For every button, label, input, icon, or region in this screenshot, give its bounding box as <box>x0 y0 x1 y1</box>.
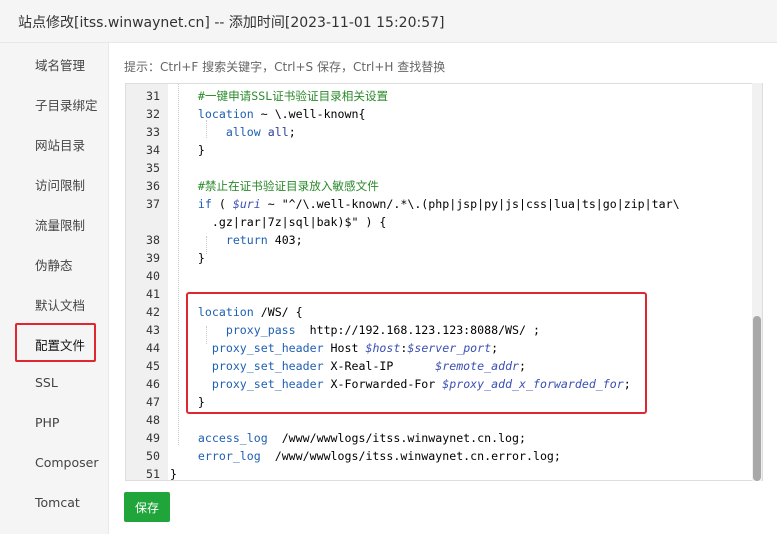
sidebar-item-label: 网站目录 <box>35 138 86 153</box>
sidebar-item-label: 域名管理 <box>35 58 86 73</box>
line-number: 33 <box>146 125 160 139</box>
code-text: access_log /www/wwwlogs/itss.winwaynet.c… <box>197 431 526 445</box>
config-code-editor[interactable]: 31 #一键申请SSL证书验证目录相关设置 32 location ~ \.wel… <box>125 83 763 481</box>
dialog-titlebar: 站点修改[itss.winwaynet.cn] -- 添加时间[2023-11-… <box>0 0 777 43</box>
code-text: } <box>170 143 205 157</box>
save-button[interactable]: 保存 <box>124 492 170 522</box>
line-number: 46 <box>146 377 160 391</box>
code-text: #禁止在证书验证目录放入敏感文件 <box>197 179 379 193</box>
code-text: proxy_set_header X-Forwarded-For $proxy_… <box>211 377 631 391</box>
code-text: location ~ \.well-known{ <box>197 107 366 121</box>
code-text: proxy_set_header X-Real-IP $remote_addr; <box>211 359 527 373</box>
line-number: 41 <box>146 287 160 301</box>
code-text: proxy_set_header Host $host:$server_port… <box>211 341 499 355</box>
sidebar-item-default-document[interactable]: 默认文档 <box>0 283 109 323</box>
sidebar-item-label: Tomcat <box>35 495 80 510</box>
line-number: 44 <box>146 341 160 355</box>
sidebar-item-label: SSL <box>35 375 58 390</box>
line-number: 38 <box>146 233 160 247</box>
code-text: return 403; <box>225 233 303 247</box>
sidebar-item-site-directory[interactable]: 网站目录 <box>0 123 109 163</box>
editor-scrollbar-thumb[interactable] <box>753 316 761 481</box>
sidebar-item-php[interactable]: PHP <box>0 403 109 443</box>
code-text: #一键申请SSL证书验证目录相关设置 <box>197 89 389 103</box>
sidebar-item-ssl[interactable]: SSL <box>0 363 109 403</box>
code-text: proxy_pass http://192.168.123.123:8088/W… <box>225 323 540 337</box>
line-number: 37 <box>146 197 160 211</box>
sidebar-item-rewrite[interactable]: 伪静态 <box>0 243 109 283</box>
sidebar-item-label: 访问限制 <box>35 178 86 193</box>
code-text: allow all; <box>225 125 296 139</box>
line-number: 48 <box>146 413 160 427</box>
line-number: 47 <box>146 395 160 409</box>
shortcut-hint: 提示：Ctrl+F 搜索关键字，Ctrl+S 保存，Ctrl+H 查找替换 <box>124 60 446 74</box>
sidebar-item-composer[interactable]: Composer <box>0 443 109 483</box>
line-number: 40 <box>146 269 160 283</box>
line-number: 31 <box>146 89 160 103</box>
code-text: error_log /www/wwwlogs/itss.winwaynet.cn… <box>197 449 561 463</box>
line-number: 43 <box>146 323 160 337</box>
line-number: 50 <box>146 449 160 463</box>
dialog-title: 站点修改[itss.winwaynet.cn] -- 添加时间[2023-11-… <box>18 15 445 31</box>
code-text: } <box>170 251 205 265</box>
line-number: 32 <box>146 107 160 121</box>
line-number: 45 <box>146 359 160 373</box>
code-text: if ( $uri ~ "^/\.well-known/.*\.(php|jsp… <box>197 197 680 211</box>
line-number: 42 <box>146 305 160 319</box>
sidebar-item-label: 伪静态 <box>35 258 73 273</box>
sidebar-item-label: 子目录绑定 <box>35 98 98 113</box>
sidebar-item-access-limit[interactable]: 访问限制 <box>0 163 109 203</box>
sidebar-item-label: 默认文档 <box>35 298 86 313</box>
sidebar-item-tomcat[interactable]: Tomcat <box>0 483 109 523</box>
sidebar-item-label: 流量限制 <box>35 218 86 233</box>
sidebar-item-subdirectory[interactable]: 子目录绑定 <box>0 83 109 123</box>
line-number: 49 <box>146 431 160 445</box>
line-number: 39 <box>146 251 160 265</box>
sidebar-item-label: Composer <box>35 455 99 470</box>
sidebar-item-traffic-limit[interactable]: 流量限制 <box>0 203 109 243</box>
line-number: 34 <box>146 143 160 157</box>
code-text: } <box>170 395 205 409</box>
code-text: } <box>170 467 177 481</box>
settings-sidebar: 域名管理 子目录绑定 网站目录 访问限制 流量限制 伪静态 默认文档 配置文件 … <box>0 43 109 534</box>
sidebar-item-config-file[interactable]: 配置文件 <box>0 323 109 363</box>
code-text: location /WS/ { <box>197 305 303 319</box>
line-number: 35 <box>146 161 160 175</box>
line-number: 36 <box>146 179 160 193</box>
code-text: .gz|rar|7z|sql|bak)$" ) { <box>170 215 387 229</box>
sidebar-item-domain[interactable]: 域名管理 <box>0 43 109 83</box>
sidebar-item-label: PHP <box>35 415 60 430</box>
sidebar-item-label: 配置文件 <box>35 338 86 353</box>
line-number: 51 <box>146 467 160 481</box>
